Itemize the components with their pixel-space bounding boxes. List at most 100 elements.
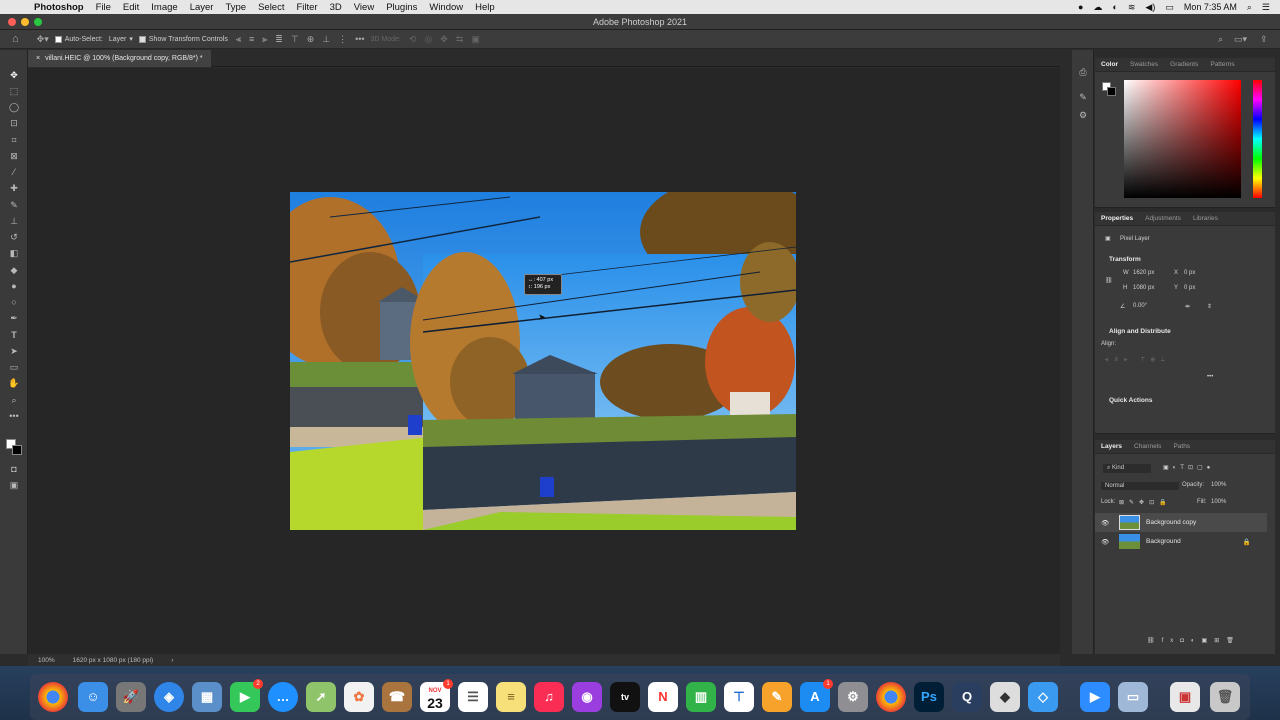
maps-icon[interactable]: ➚ (306, 682, 336, 712)
document-tab[interactable]: × villani.HEIC @ 100% (Background copy, … (28, 50, 211, 67)
roblox-studio-icon[interactable]: ◆ (990, 682, 1020, 712)
more-options-icon[interactable]: ••• (355, 34, 364, 44)
align-buttons[interactable]: ⫷≡⫸ ⊤⊕⊥ (1105, 357, 1171, 364)
pen-tool-icon[interactable]: ✒ (7, 311, 21, 325)
close-window-icon[interactable] (8, 18, 16, 26)
volume-icon[interactable]: ◀) (1145, 2, 1155, 13)
move-tool-icon[interactable]: ✥ (7, 68, 21, 82)
opacity-field[interactable]: 100% (1211, 482, 1226, 488)
y-field[interactable]: 0 px (1184, 285, 1195, 291)
align-center-icon[interactable]: ≡ (249, 34, 254, 44)
reminders-icon[interactable]: ☰ (458, 682, 488, 712)
calendar-icon[interactable]: NOV 23 1 (420, 679, 453, 712)
shape-tool-icon[interactable]: ▭ (7, 360, 21, 374)
angle-field[interactable]: 0.00° (1133, 303, 1147, 309)
color-field[interactable] (1124, 80, 1241, 198)
blend-mode-select[interactable]: Normal (1101, 482, 1179, 490)
blur-tool-icon[interactable]: ● (7, 279, 21, 293)
type-tool-icon[interactable]: T (7, 328, 21, 342)
distribute-vertical-icon[interactable]: ⋮ (338, 34, 347, 45)
quick-mask-icon[interactable]: ◘ (7, 462, 21, 476)
history-panel-icon[interactable]: ⎙ (1076, 65, 1090, 79)
menu-edit[interactable]: Edit (123, 2, 139, 13)
chrome-icon[interactable] (38, 682, 68, 712)
clock[interactable]: Mon 7:35 AM (1184, 2, 1237, 12)
visibility-eye-icon[interactable]: 👁 (1101, 519, 1115, 527)
screenshot-folder-icon[interactable]: ▭ (1118, 682, 1148, 712)
spotlight-icon[interactable]: ⌕ (1247, 2, 1252, 13)
paint-bucket-icon[interactable]: ◆ (7, 263, 21, 277)
quick-actions-section[interactable]: Quick Actions (1109, 397, 1152, 404)
menu-help[interactable]: Help (475, 2, 495, 13)
battery-icon[interactable]: ▭ (1165, 2, 1174, 13)
align-right-icon[interactable]: ⫸ (262, 34, 267, 45)
app-store-icon[interactable]: A1 (800, 679, 833, 712)
menu-view[interactable]: View (354, 2, 374, 13)
music-icon[interactable]: ♫ (534, 682, 564, 712)
brush-settings-icon[interactable]: ✎ (1076, 90, 1090, 104)
eraser-tool-icon[interactable]: ◧ (7, 246, 21, 260)
quicktime-icon[interactable]: Q (952, 682, 982, 712)
app-menu[interactable]: Photoshop (34, 2, 84, 13)
layer-name[interactable]: Background copy (1146, 519, 1196, 526)
crop-tool-icon[interactable]: ⌗ (7, 133, 21, 147)
document-info[interactable]: 1620 px x 1080 px (180 ppi) (73, 657, 154, 664)
height-field[interactable]: 1080 px (1133, 285, 1154, 291)
search-icon[interactable]: ⌕ (1218, 34, 1223, 45)
menu-image[interactable]: Image (151, 2, 177, 13)
tab-swatches[interactable]: Swatches (1124, 61, 1164, 68)
preview-icon[interactable]: ▦ (192, 682, 222, 712)
history-brush-icon[interactable]: ↺ (7, 230, 21, 244)
layer-row-background[interactable]: 👁 Background 🔒 (1095, 532, 1265, 551)
menu-layer[interactable]: Layer (190, 2, 214, 13)
status-menu-arrow[interactable]: › (171, 657, 173, 664)
chrome-icon-2[interactable] (876, 682, 906, 712)
background-chip[interactable] (1107, 87, 1116, 96)
tab-adjustments[interactable]: Adjustments (1139, 215, 1187, 222)
record-icon[interactable]: ● (1078, 2, 1083, 12)
tab-paths[interactable]: Paths (1167, 443, 1196, 450)
tab-channels[interactable]: Channels (1128, 443, 1167, 450)
photos-icon[interactable]: ✿ (344, 682, 374, 712)
x-field[interactable]: 0 px (1184, 270, 1195, 276)
menu-list-icon[interactable]: ☰ (1262, 2, 1270, 13)
news-icon[interactable]: N (648, 682, 678, 712)
photoshop-icon[interactable]: Ps (914, 682, 944, 712)
brush-tool-icon[interactable]: ✎ (7, 198, 21, 212)
podcasts-icon[interactable]: ◉ (572, 682, 602, 712)
tab-color[interactable]: Color (1095, 61, 1124, 68)
downloads-stack-icon[interactable]: ▣ (1170, 682, 1200, 712)
layer-row-background-copy[interactable]: 👁 Background copy (1095, 513, 1267, 532)
messages-icon[interactable]: … (268, 682, 298, 712)
menu-file[interactable]: File (96, 2, 111, 13)
tab-properties[interactable]: Properties (1095, 215, 1139, 222)
roblox-icon[interactable]: ◇ (1028, 682, 1058, 712)
document-canvas[interactable] (290, 192, 796, 530)
tab-gradients[interactable]: Gradients (1164, 61, 1204, 68)
transform-section[interactable]: Transform (1109, 256, 1141, 263)
facetime-icon[interactable]: ▶ 2 (230, 679, 263, 712)
system-preferences-icon[interactable]: ⚙ (838, 682, 868, 712)
auto-select-dropdown[interactable]: Layer ▾ (109, 35, 133, 44)
width-field[interactable]: 1620 px (1133, 270, 1154, 276)
launchpad-icon[interactable]: 🚀 (116, 682, 146, 712)
adjustments-panel-icon[interactable]: ⚙ (1076, 108, 1090, 122)
distribute-icon[interactable]: ≣ (275, 34, 283, 45)
move-tool-preset-icon[interactable]: ✥▾ (37, 34, 49, 45)
menu-select[interactable]: Select (258, 2, 284, 13)
notes-icon[interactable]: ≡ (496, 682, 526, 712)
align-more-icon[interactable]: ••• (1207, 374, 1213, 380)
layer-name[interactable]: Background (1146, 538, 1181, 545)
share-icon[interactable]: ⇪ (1260, 34, 1268, 45)
flip-vertical-icon[interactable]: ⇕ (1207, 303, 1212, 310)
close-tab-icon[interactable]: × (36, 50, 40, 67)
zoom-icon[interactable]: ▶ (1080, 682, 1110, 712)
menu-plugins[interactable]: Plugins (386, 2, 417, 13)
frame-tool-icon[interactable]: ⊠ (7, 149, 21, 163)
flip-horizontal-icon[interactable]: ⇹ (1185, 303, 1190, 310)
hue-slider[interactable] (1253, 80, 1262, 198)
tab-libraries[interactable]: Libraries (1187, 215, 1224, 222)
background-color-swatch[interactable] (12, 445, 22, 455)
tv-icon[interactable]: tv (610, 682, 640, 712)
home-icon[interactable]: ⌂ (12, 33, 19, 45)
